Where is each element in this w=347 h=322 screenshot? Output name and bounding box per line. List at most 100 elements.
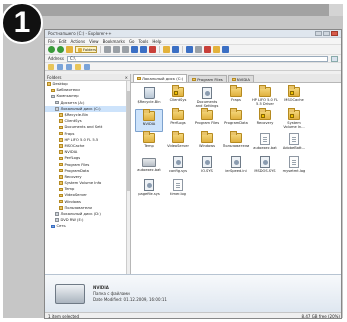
forward-icon[interactable] xyxy=(57,46,64,53)
file-item[interactable]: Documents and Settings xyxy=(193,86,221,109)
menu-tools[interactable]: Tools xyxy=(138,39,148,44)
file-item[interactable]: MSDOS.SYS xyxy=(251,155,279,178)
toolbar-separator xyxy=(100,46,101,53)
command-prompt-icon[interactable] xyxy=(195,46,202,53)
tree-item-label: Documents and Sett xyxy=(64,125,103,130)
maximize-button[interactable] xyxy=(323,31,330,36)
frame-top-band xyxy=(3,4,343,16)
file-item[interactable]: Пользователи xyxy=(222,131,250,155)
file-item[interactable]: Program Files xyxy=(193,108,221,132)
back-icon[interactable] xyxy=(48,46,55,53)
file-item[interactable]: Windows xyxy=(193,131,221,155)
tab-bar: Локальный диск (C:) Program Files NVIDIA xyxy=(131,74,341,83)
shortcut-folder-icon xyxy=(202,87,212,99)
move-to-icon[interactable] xyxy=(131,46,138,53)
menu-edit[interactable]: Edit xyxy=(59,39,67,44)
folder-tree: Folders × Desktop Библиотеки Компьютер Диск… xyxy=(45,74,131,274)
bookmark-folder-icon[interactable] xyxy=(48,63,54,70)
settings-icon[interactable] xyxy=(222,46,229,53)
tree-item-label: PerfLogs xyxy=(64,156,81,161)
up-folder-icon[interactable] xyxy=(66,46,73,53)
bookmark-folder-icon[interactable] xyxy=(75,63,81,70)
file-item[interactable]: $Recycle.Bin xyxy=(135,86,163,109)
bookmark-icon[interactable] xyxy=(213,46,220,53)
tree-item[interactable]: Сеть xyxy=(45,223,130,229)
file-item[interactable]: mysetmt.log xyxy=(280,155,308,178)
menu-actions[interactable]: Actions xyxy=(70,39,85,44)
system-file-icon xyxy=(260,156,270,168)
copy-to-icon[interactable] xyxy=(140,46,147,53)
delete-icon[interactable] xyxy=(149,46,156,53)
file-item[interactable]: PerfLogs xyxy=(164,108,192,132)
file-item[interactable]: AdobeBatt... xyxy=(280,132,308,155)
file-item[interactable]: IO.SYS xyxy=(193,155,221,178)
folder-icon xyxy=(59,113,63,117)
file-item-label: IO.SYS xyxy=(201,169,213,173)
file-item[interactable]: ierSpeed.ini xyxy=(222,155,250,178)
file-item xyxy=(309,155,337,178)
tab[interactable]: Локальный диск (C:) xyxy=(133,74,188,82)
file-item[interactable]: MSOCache xyxy=(280,85,308,109)
menu-help[interactable]: Help xyxy=(152,39,161,44)
file-item[interactable]: VideoServer xyxy=(164,131,192,155)
folder-icon xyxy=(59,206,63,210)
bookmark-link-icon[interactable] xyxy=(66,63,72,70)
menu-file[interactable]: File xyxy=(48,39,55,44)
drive-icon xyxy=(55,100,59,105)
scrollbar-thumb[interactable] xyxy=(127,91,130,191)
tab[interactable]: Program Files xyxy=(188,75,227,82)
tree-scrollbar[interactable] xyxy=(126,81,130,274)
tree-item-label: HP LIFO 5.0 FL 5.5 xyxy=(64,137,99,142)
locked-folder-icon xyxy=(288,85,300,97)
file-item[interactable]: ProgramData xyxy=(222,108,250,132)
properties-icon[interactable] xyxy=(172,46,179,53)
file-item-label: NVIDIA xyxy=(142,122,156,126)
file-item[interactable]: Recovery xyxy=(251,108,279,132)
folder-icon xyxy=(59,150,63,154)
go-button[interactable] xyxy=(331,55,338,62)
lock-icon xyxy=(290,91,294,95)
file-item[interactable]: NVIDIA xyxy=(135,109,163,132)
tree-item-label: $Recycle.Bin xyxy=(64,113,89,118)
menu-view[interactable]: View xyxy=(89,39,99,44)
views-icon[interactable] xyxy=(186,46,193,53)
tab-label: NVIDIA xyxy=(236,76,250,82)
new-folder-icon[interactable] xyxy=(163,46,170,53)
file-item[interactable]: autoexec.bat xyxy=(251,132,279,155)
file-item[interactable]: config.sys xyxy=(164,155,192,178)
copy-icon[interactable] xyxy=(113,46,120,53)
frame-corner xyxy=(329,4,343,16)
minimize-button[interactable] xyxy=(315,31,322,36)
details-pane: NVIDIA Папка с файлами Date Modified: 01… xyxy=(45,274,341,312)
file-item[interactable]: Fraps xyxy=(222,85,250,109)
file-item-label: Temp xyxy=(144,144,154,148)
file-item[interactable]: timer.log xyxy=(164,178,192,201)
toolbar-separator xyxy=(159,46,160,53)
folders-button[interactable]: Folders xyxy=(75,46,97,53)
menu-bookmarks[interactable]: Bookmarks xyxy=(103,39,125,44)
close-button[interactable] xyxy=(331,31,338,36)
file-item-label: Fraps xyxy=(231,98,241,102)
address-label: Address xyxy=(48,56,64,61)
menu-go[interactable]: Go xyxy=(129,39,135,44)
bookmark-link-icon[interactable] xyxy=(84,63,90,70)
file-item[interactable]: autoexec.bat xyxy=(135,155,163,178)
file-item[interactable]: pagefile.sys xyxy=(135,178,163,201)
folder-icon xyxy=(59,119,63,123)
file-item[interactable]: Temp xyxy=(135,131,163,155)
folder-icon xyxy=(201,131,213,143)
file-list-pane: Локальный диск (C:) Program Files NVIDIA $… xyxy=(131,74,341,274)
tree-close-icon[interactable]: × xyxy=(125,75,128,80)
refresh-icon[interactable] xyxy=(204,46,211,53)
cut-icon[interactable] xyxy=(104,46,111,53)
address-input[interactable]: C:\ xyxy=(66,55,328,62)
tab[interactable]: NVIDIA xyxy=(227,75,254,82)
folder-icon xyxy=(59,144,63,148)
file-item[interactable]: ClientSys xyxy=(164,85,192,109)
file-item[interactable]: HP LIFO 5.0 FL 5.5 Driver xyxy=(251,85,279,109)
bookmark-link-icon[interactable] xyxy=(57,63,63,70)
address-bar: Address C:\ xyxy=(45,55,341,63)
paste-icon[interactable] xyxy=(122,46,129,53)
file-item[interactable]: System Volume In... xyxy=(280,108,308,132)
status-selection: 1 item selected xyxy=(48,314,80,319)
